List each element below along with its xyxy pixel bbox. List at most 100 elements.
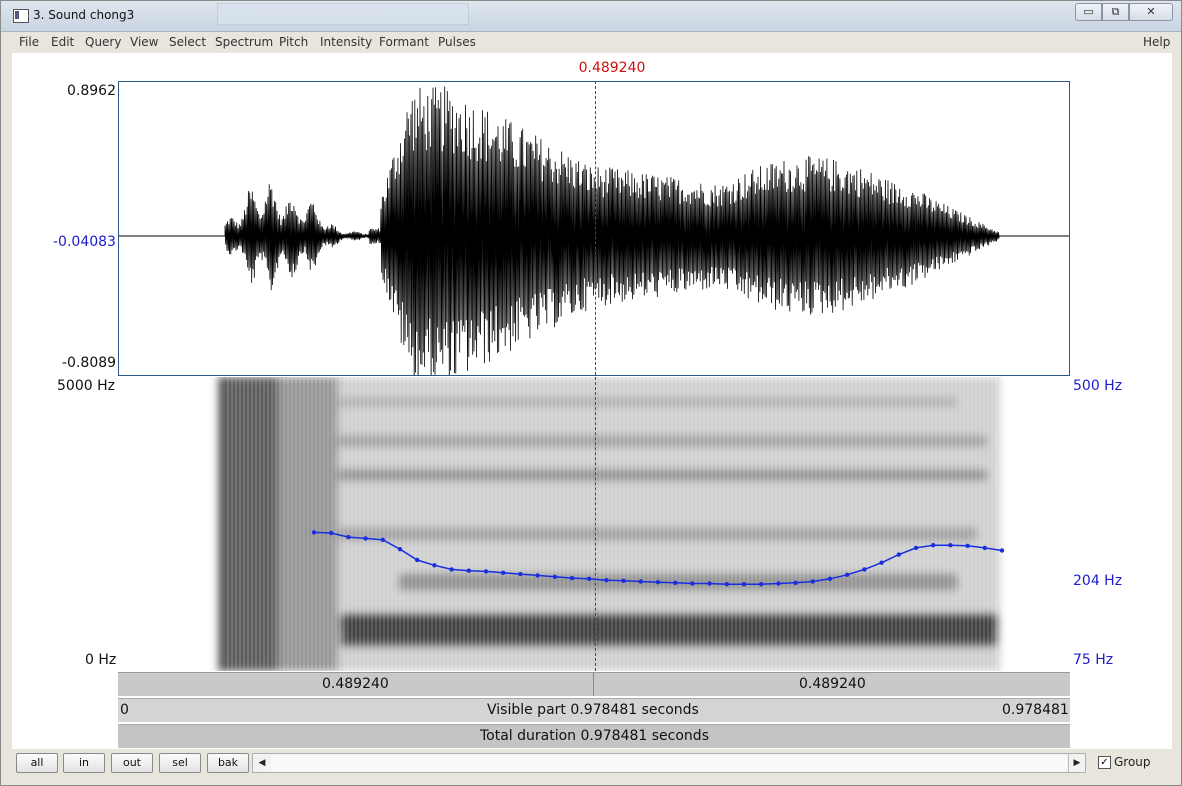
pitch-top-label: 500 Hz — [1073, 378, 1123, 394]
pitch-point — [982, 545, 987, 551]
menu-bar: File Edit Query View Select Spectrum Pit… — [12, 32, 1172, 52]
menu-view[interactable]: View — [130, 35, 158, 49]
pitch-point — [913, 545, 919, 551]
time-cursor[interactable] — [595, 81, 596, 671]
selection-bar[interactable]: 0.489240 0.489240 — [118, 672, 1070, 696]
pitch-point — [673, 580, 678, 585]
title-bar[interactable]: 3. Sound chong3 ▭ ⧉ ✕ — [1, 1, 1181, 32]
spectrogram-plot — [218, 377, 1005, 671]
scroll-right-arrow-icon[interactable]: ▶ — [1068, 754, 1085, 772]
pitch-point — [948, 543, 953, 548]
zoom-back-button[interactable]: bak — [207, 753, 249, 773]
pitch-point — [621, 578, 626, 583]
visible-end-time: 0.978481 — [1002, 702, 1069, 718]
pitch-point — [793, 580, 798, 585]
editor-canvas[interactable]: 0.489240 0.8962 -0.04083 -0.8089 5000 Hz… — [12, 53, 1172, 749]
spectrogram-formant-band — [398, 573, 958, 591]
window-title: 3. Sound chong3 — [33, 8, 135, 22]
waveform-max-label: 0.8962 — [67, 83, 116, 99]
pitch-point — [415, 557, 420, 563]
waveform-mid-label: -0.04083 — [53, 234, 116, 250]
left-part-duration: 0.489240 — [322, 676, 389, 692]
pitch-point — [518, 571, 523, 577]
time-scrollbar[interactable]: ◀ ▶ — [252, 753, 1086, 773]
pitch-point — [397, 547, 403, 552]
pitch-point — [552, 574, 557, 579]
spectrogram-top-freq: 5000 Hz — [57, 378, 115, 394]
menu-pitch[interactable]: Pitch — [279, 35, 308, 49]
zoom-out-button[interactable]: out — [111, 753, 153, 773]
group-checkbox[interactable]: ✓ — [1098, 756, 1111, 769]
spectrogram-bottom-freq: 0 Hz — [85, 652, 117, 668]
pitch-point — [638, 579, 643, 584]
spectrogram-energy — [218, 377, 1000, 671]
pitch-point — [569, 575, 575, 581]
waveform-plot — [119, 86, 1069, 375]
visible-part-bar[interactable]: 0 Visible part 0.978481 seconds 0.978481 — [118, 698, 1070, 722]
visible-start-time: 0 — [120, 702, 129, 718]
waveform-panel[interactable] — [118, 81, 1070, 376]
pitch-point — [724, 582, 729, 587]
menu-file[interactable]: File — [19, 35, 39, 49]
cursor-time-label: 0.489240 — [578, 60, 646, 76]
menu-edit[interactable]: Edit — [51, 35, 74, 49]
visible-part-text: Visible part 0.978481 seconds — [487, 702, 699, 718]
pitch-point — [655, 580, 661, 585]
minimize-button[interactable]: ▭ — [1075, 3, 1102, 21]
pitch-point — [690, 581, 695, 586]
menu-query[interactable]: Query — [85, 35, 121, 49]
group-label: Group — [1114, 755, 1151, 769]
menu-select[interactable]: Select — [169, 35, 206, 49]
pitch-mid-label: 204 Hz — [1073, 573, 1123, 589]
pitch-point — [501, 570, 506, 575]
close-button[interactable]: ✕ — [1129, 3, 1173, 21]
pitch-point — [432, 563, 437, 568]
menu-formant[interactable]: Formant — [379, 35, 429, 49]
window-icon — [13, 9, 29, 23]
pitch-point — [346, 534, 351, 540]
pitch-point — [449, 567, 454, 572]
menu-intensity[interactable]: Intensity — [320, 35, 372, 49]
zoom-in-button[interactable]: in — [63, 753, 105, 773]
total-duration-bar[interactable]: Total duration 0.978481 seconds — [118, 724, 1070, 748]
spectrogram-formant-band — [338, 527, 978, 541]
pitch-point — [483, 569, 489, 574]
pitch-point — [776, 581, 781, 586]
pitch-point — [879, 560, 884, 565]
selection-divider — [593, 673, 594, 696]
pitch-point — [862, 567, 867, 572]
pitch-point — [965, 543, 970, 548]
pitch-point — [827, 576, 833, 581]
pitch-point — [845, 572, 850, 577]
pitch-point — [380, 537, 385, 542]
pitch-point — [759, 582, 764, 587]
menu-help[interactable]: Help — [1143, 35, 1170, 49]
pitch-bottom-label: 75 Hz — [1073, 652, 1114, 668]
pitch-point — [329, 530, 334, 536]
pitch-point — [741, 582, 747, 587]
pitch-point — [604, 578, 609, 583]
scroll-thumb[interactable] — [271, 755, 1067, 771]
pitch-point — [466, 568, 471, 573]
zoom-selection-button[interactable]: sel — [159, 753, 201, 773]
menu-pulses[interactable]: Pulses — [438, 35, 476, 49]
pitch-point — [707, 581, 712, 586]
menu-spectrum[interactable]: Spectrum — [215, 35, 273, 49]
maximize-button[interactable]: ⧉ — [1102, 3, 1129, 21]
pitch-point — [999, 548, 1005, 553]
pitch-point — [896, 552, 901, 557]
pitch-point — [931, 543, 936, 548]
waveform-min-label: -0.8089 — [62, 355, 117, 371]
spectrogram-formant-band — [340, 633, 998, 647]
pitch-point — [587, 576, 592, 581]
pitch-point — [363, 536, 368, 541]
pitch-point — [810, 579, 815, 584]
pitch-point — [535, 573, 540, 578]
spectrogram-panel[interactable] — [118, 377, 1070, 671]
zoom-all-button[interactable]: all — [16, 753, 58, 773]
background-window-ghost — [217, 3, 469, 25]
scroll-left-arrow-icon[interactable]: ◀ — [253, 754, 271, 772]
total-duration-text: Total duration 0.978481 seconds — [480, 728, 709, 744]
waveform-signal — [119, 86, 1069, 375]
bottom-controls: all in out sel bak ◀ ▶ ✓ Group — [12, 749, 1172, 779]
